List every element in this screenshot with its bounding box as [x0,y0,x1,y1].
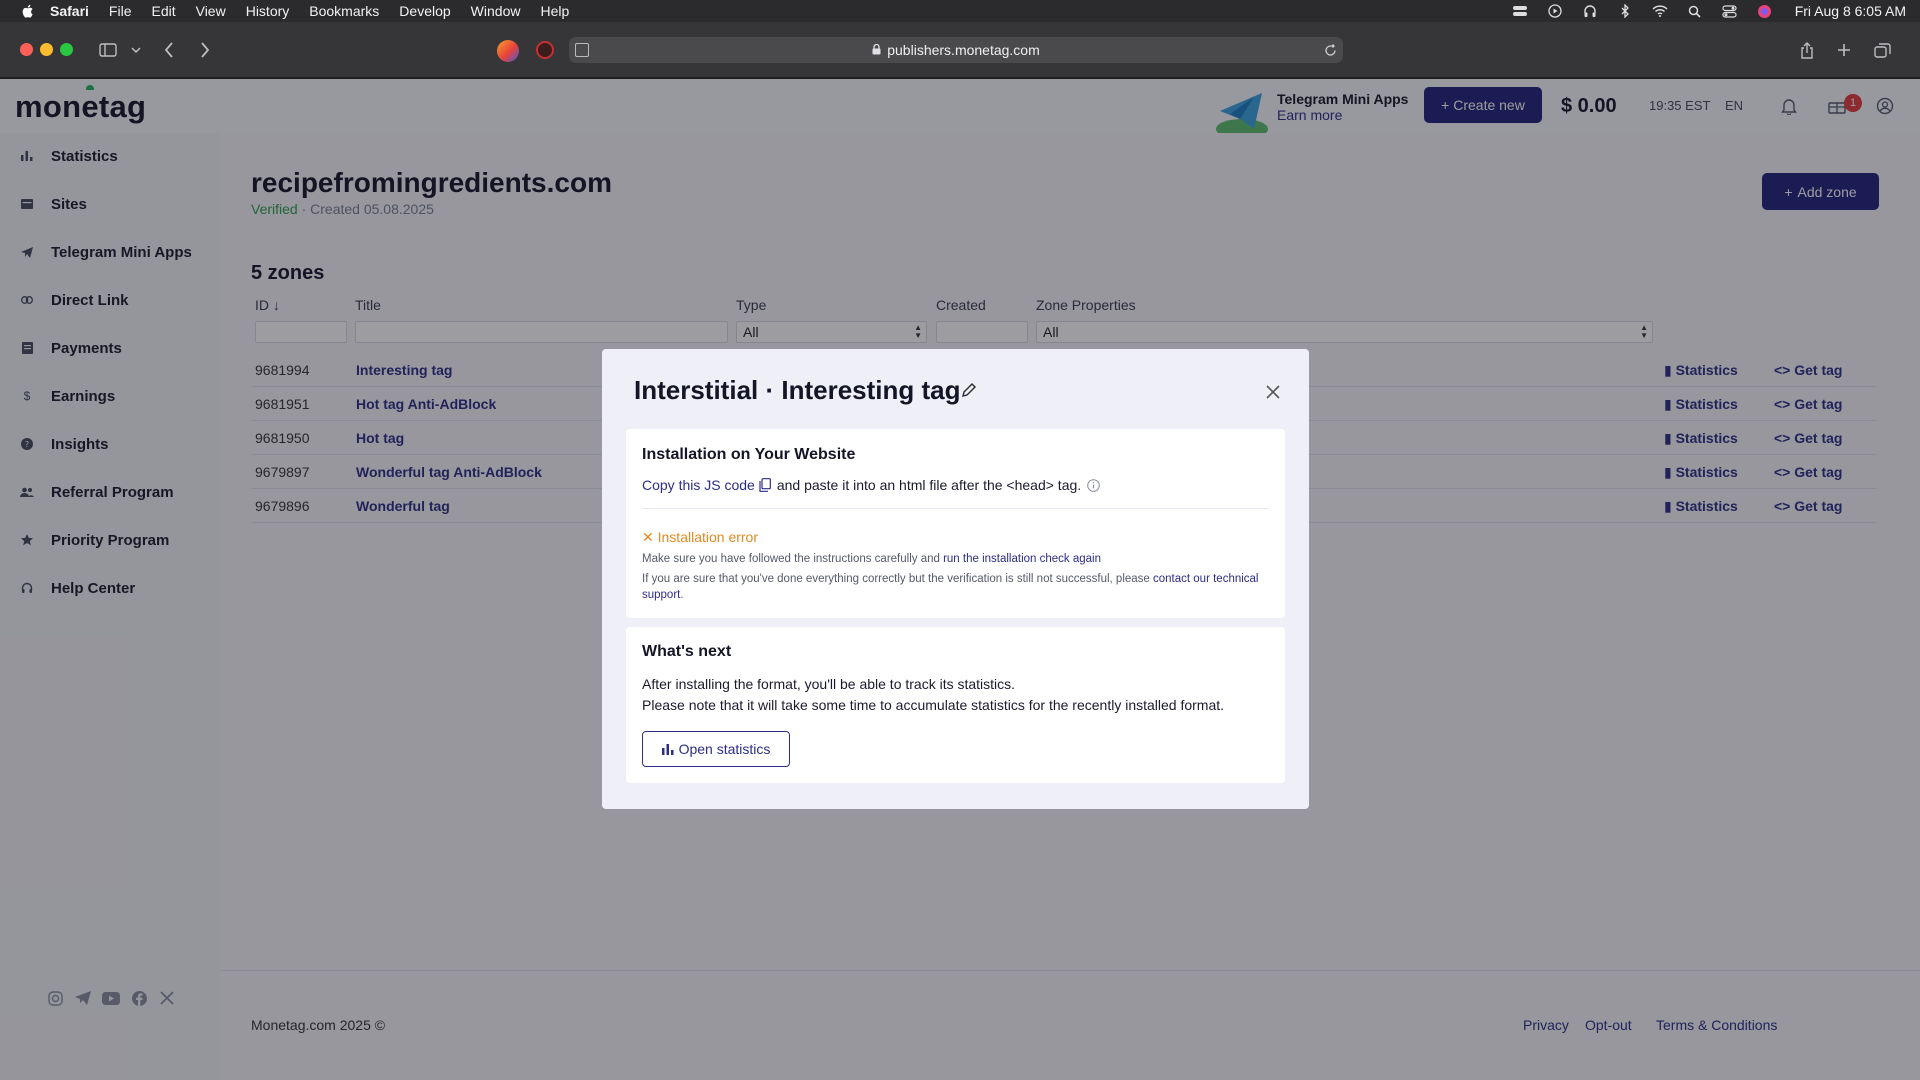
error-x-icon: ✕ [642,529,654,545]
control-center-icon[interactable] [1721,4,1739,18]
zone-installation-modal: Interstitial · Interesting tag Installat… [602,349,1309,809]
menu-edit[interactable]: Edit [151,3,175,19]
menu-history[interactable]: History [246,3,290,19]
note2-text: If you are sure that you've done everyth… [642,573,1154,585]
whats-next-line-1: After installing the format, you'll be a… [642,676,1016,692]
installation-note-2: If you are sure that you've done everyth… [642,571,1272,603]
address-bar[interactable]: publishers.monetag.com [569,37,1343,63]
bluetooth-icon[interactable] [1616,4,1634,18]
url-text: publishers.monetag.com [887,42,1040,58]
reload-icon[interactable] [1322,36,1338,64]
modal-title: Interstitial · Interesting tag [634,375,961,405]
page-menu-icon[interactable] [575,43,589,57]
new-tab-icon[interactable] [1835,36,1853,64]
installation-card: Installation on Your Website Copy this J… [626,429,1285,618]
window-close-button[interactable] [20,43,33,56]
installation-error-label: Installation error [657,529,759,545]
menu-bookmarks[interactable]: Bookmarks [309,3,379,19]
installation-heading: Installation on Your Website [642,446,856,463]
sidebar-toggle-icon[interactable] [98,36,118,64]
extension-icon[interactable] [536,41,554,59]
control-center-toggle-icon[interactable] [1511,4,1529,18]
macos-menu-bar: Safari File Edit View History Bookmarks … [0,0,1920,22]
share-icon[interactable] [1798,36,1816,64]
play-icon[interactable] [1546,4,1564,18]
tab-overview-icon[interactable] [1872,36,1892,64]
close-icon[interactable] [1265,384,1281,400]
pencil-icon[interactable] [961,382,977,398]
menu-develop[interactable]: Develop [399,3,450,19]
forward-icon[interactable] [196,36,214,64]
spotlight-search-icon[interactable] [1686,4,1704,18]
headphones-icon[interactable] [1581,4,1599,18]
instruction-text: and paste it into an html file after the… [776,477,1082,493]
open-statistics-button[interactable]: Open statistics [642,731,790,767]
installation-error-status: ✕ Installation error [642,529,758,546]
installation-instruction: Copy this JS code and paste it into an ht… [642,477,1100,493]
whats-next-line-2: Please note that it will take some time … [642,697,1225,713]
whats-next-card: What's next After installing the format,… [626,627,1285,783]
lock-icon [872,42,881,58]
bar-chart-icon [661,743,674,755]
run-check-again-link[interactable]: run the installation check again [943,553,1101,565]
note2-end: . [680,589,684,601]
menu-help[interactable]: Help [540,3,569,19]
menubar-clock[interactable]: Fri Aug 8 6:05 AM [1795,3,1906,19]
copy-js-code-link[interactable]: Copy this JS code [642,477,755,493]
installation-note-1: Make sure you have followed the instruct… [642,551,1272,567]
apple-logo-icon[interactable] [20,3,36,19]
info-icon[interactable] [1087,479,1100,492]
note1-text: Make sure you have followed the instruct… [642,553,944,565]
whats-next-heading: What's next [642,643,732,660]
window-zoom-button[interactable] [60,43,73,56]
window-minimize-button[interactable] [40,43,53,56]
card-divider [642,508,1269,509]
wifi-icon[interactable] [1651,4,1669,18]
menu-safari[interactable]: Safari [50,3,89,19]
siri-icon[interactable] [1756,4,1774,18]
menu-view[interactable]: View [196,3,226,19]
browser-toolbar: publishers.monetag.com [0,22,1920,78]
menu-file[interactable]: File [109,3,132,19]
copy-icon[interactable] [759,478,771,492]
chevron-down-icon[interactable] [130,36,142,64]
open-statistics-label: Open statistics [678,741,771,757]
menu-window[interactable]: Window [471,3,521,19]
back-icon[interactable] [160,36,178,64]
extension-firefox-icon[interactable] [497,40,519,62]
